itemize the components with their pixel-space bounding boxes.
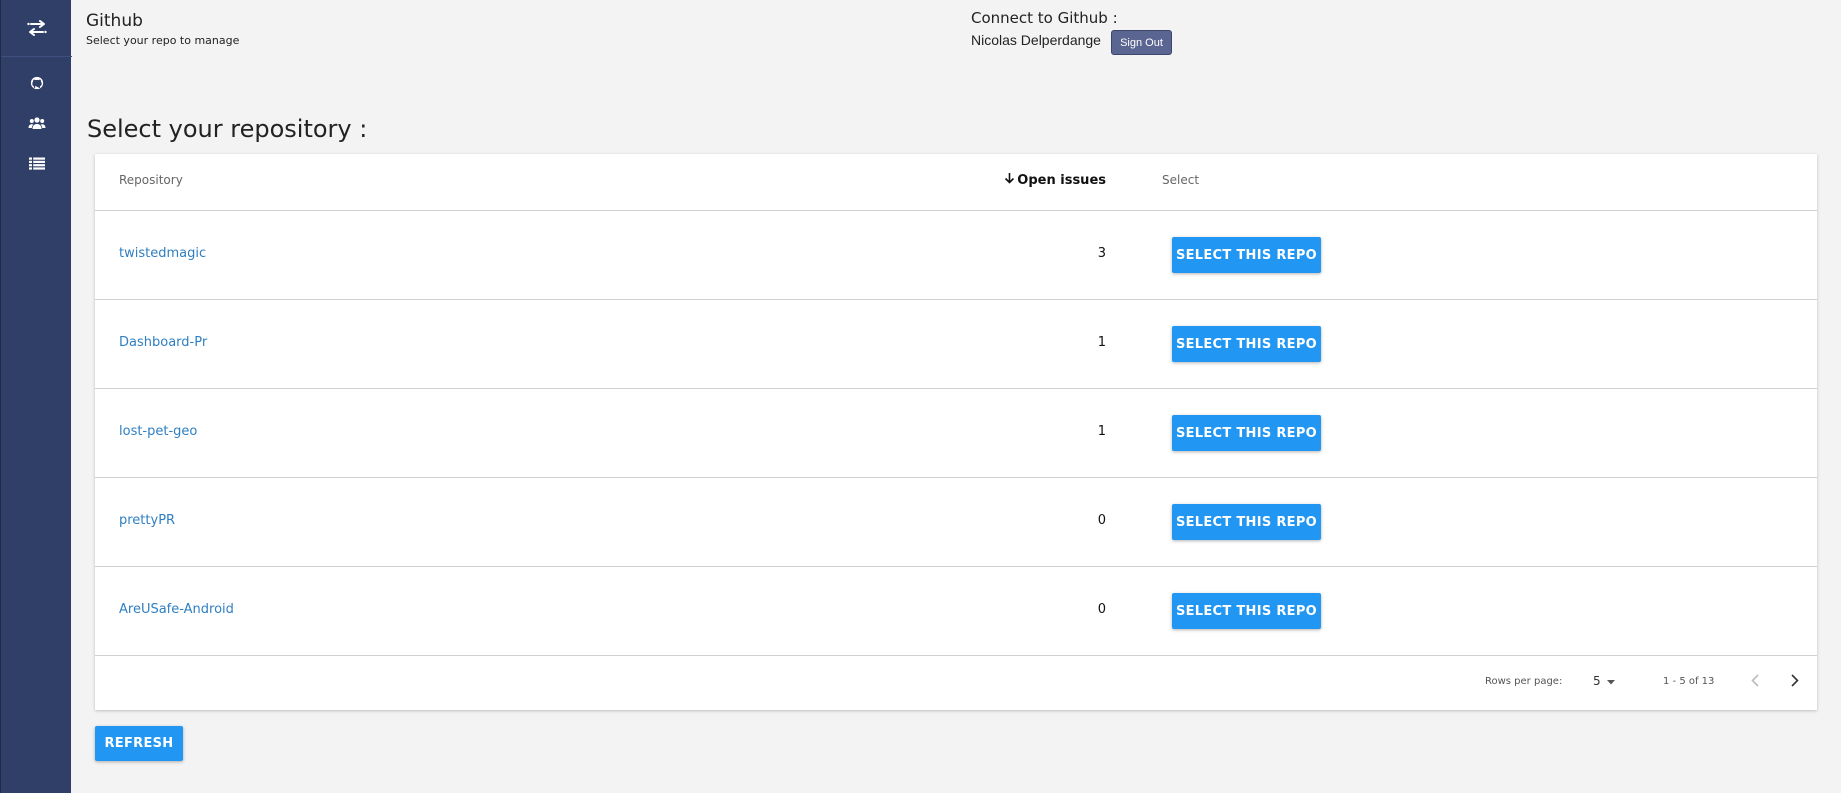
repository-table: Repository Open issues Select twistedmag… [95,154,1817,710]
open-issues-count: 3 [1097,246,1106,261]
arrow-down-icon [1004,172,1015,188]
table-row: lost-pet-geo 1 SELECT THIS REPO [95,389,1817,478]
page-title: Github [86,11,143,31]
repo-link[interactable]: AreUSafe-Android [119,602,234,617]
select-repo-button[interactable]: SELECT THIS REPO [1172,504,1321,540]
column-header-repository[interactable]: Repository [119,173,183,187]
table-header: Repository Open issues Select [95,154,1817,211]
open-issues-count: 1 [1097,424,1106,439]
rows-per-page-select[interactable]: 5 [1593,674,1615,688]
section-heading: Select your repository : [87,115,368,143]
sidebar-item-users[interactable] [1,103,72,143]
open-issues-count: 1 [1097,335,1106,350]
sidebar [0,0,72,793]
repo-link[interactable]: Dashboard-Pr [119,335,207,350]
table-row: AreUSafe-Android 0 SELECT THIS REPO [95,567,1817,656]
column-header-open-issues[interactable]: Open issues [1004,172,1106,188]
next-page-button[interactable] [1783,669,1807,693]
list-icon [28,157,45,170]
previous-page-button[interactable] [1743,669,1767,693]
caret-down-icon [1606,674,1615,688]
select-repo-button[interactable]: SELECT THIS REPO [1172,326,1321,362]
repo-link[interactable]: twistedmagic [119,246,206,261]
repo-link[interactable]: lost-pet-geo [119,424,197,439]
sidebar-item-list[interactable] [1,143,72,183]
column-header-select: Select [1162,173,1200,187]
rows-per-page-label: Rows per page: [1485,676,1563,687]
refresh-button[interactable]: REFRESH [95,726,183,761]
github-icon [30,76,44,90]
repo-link[interactable]: prettyPR [119,513,175,528]
chevron-left-icon [1751,672,1759,691]
select-repo-button[interactable]: SELECT THIS REPO [1172,415,1321,451]
sidebar-item-github[interactable] [1,63,72,103]
connect-label: Connect to Github : [971,9,1118,27]
column-header-open-issues-label: Open issues [1017,172,1106,188]
swap-arrows-icon [26,20,47,36]
open-issues-count: 0 [1097,602,1106,617]
table-row: twistedmagic 3 SELECT THIS REPO [95,211,1817,300]
table-row: prettyPR 0 SELECT THIS REPO [95,478,1817,567]
select-repo-button[interactable]: SELECT THIS REPO [1172,593,1321,629]
select-repo-button[interactable]: SELECT THIS REPO [1172,237,1321,273]
sign-out-button[interactable]: Sign Out [1111,30,1172,55]
table-row: Dashboard-Pr 1 SELECT THIS REPO [95,300,1817,389]
rows-per-page-value: 5 [1593,674,1601,688]
chevron-right-icon [1791,672,1799,691]
open-issues-count: 0 [1097,513,1106,528]
users-icon [28,116,46,130]
user-name: Nicolas Delperdange [971,32,1101,48]
page-subtitle: Select your repo to manage [86,34,240,47]
sidebar-logo[interactable] [1,0,72,57]
pagination-range: 1 - 5 of 13 [1663,676,1715,687]
table-pagination: Rows per page: 5 1 - 5 of 13 [95,655,1817,710]
